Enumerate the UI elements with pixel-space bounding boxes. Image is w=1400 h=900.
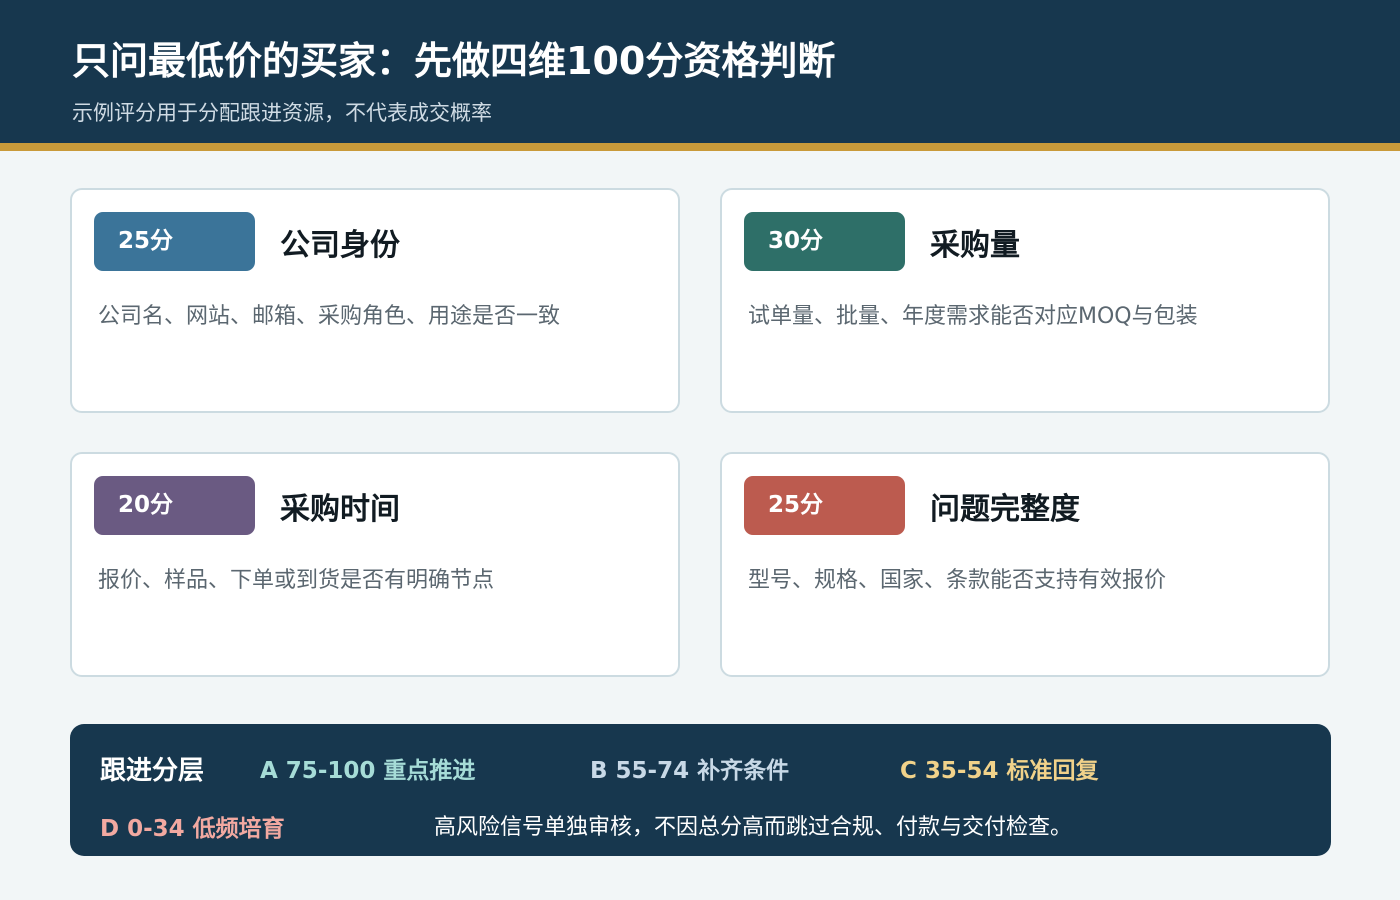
score-badge: 20分 (94, 476, 255, 535)
page-subtitle: 示例评分用于分配跟进资源，不代表成交概率 (72, 101, 492, 125)
tier-c: C 35-54 标准回复 (900, 758, 1099, 784)
criterion-description: 型号、规格、国家、条款能否支持有效报价 (748, 568, 1167, 593)
criterion-title: 问题完整度 (930, 492, 1080, 527)
score-badge: 30分 (744, 212, 905, 271)
criterion-description: 报价、样品、下单或到货是否有明确节点 (98, 568, 495, 593)
criterion-card-purchase-timing: 20分 采购时间 报价、样品、下单或到货是否有明确节点 (70, 452, 680, 677)
criterion-title: 采购量 (930, 228, 1020, 263)
header-banner: 只问最低价的买家：先做四维100分资格判断 示例评分用于分配跟进资源，不代表成交… (0, 0, 1400, 143)
tiers-label: 跟进分层 (100, 756, 205, 786)
follow-up-tiers-panel: 跟进分层 A 75-100 重点推进 B 55-74 补齐条件 C 35-54 … (70, 724, 1331, 856)
criterion-card-question-completeness: 25分 问题完整度 型号、规格、国家、条款能否支持有效报价 (720, 452, 1330, 677)
tier-b: B 55-74 补齐条件 (590, 758, 790, 784)
criterion-title: 公司身份 (280, 228, 400, 263)
score-badge: 25分 (744, 476, 905, 535)
tier-a: A 75-100 重点推进 (260, 758, 476, 784)
criterion-card-company-identity: 25分 公司身份 公司名、网站、邮箱、采购角色、用途是否一致 (70, 188, 680, 413)
criterion-title: 采购时间 (280, 492, 400, 527)
risk-note: 高风险信号单独审核，不因总分高而跳过合规、付款与交付检查。 (434, 815, 1073, 840)
tier-d: D 0-34 低频培育 (100, 816, 285, 842)
header-accent-bar (0, 143, 1400, 151)
criterion-description: 公司名、网站、邮箱、采购角色、用途是否一致 (98, 304, 561, 329)
criterion-card-purchase-volume: 30分 采购量 试单量、批量、年度需求能否对应MOQ与包装 (720, 188, 1330, 413)
page-title: 只问最低价的买家：先做四维100分资格判断 (72, 39, 836, 83)
criterion-description: 试单量、批量、年度需求能否对应MOQ与包装 (748, 304, 1198, 329)
score-badge: 25分 (94, 212, 255, 271)
